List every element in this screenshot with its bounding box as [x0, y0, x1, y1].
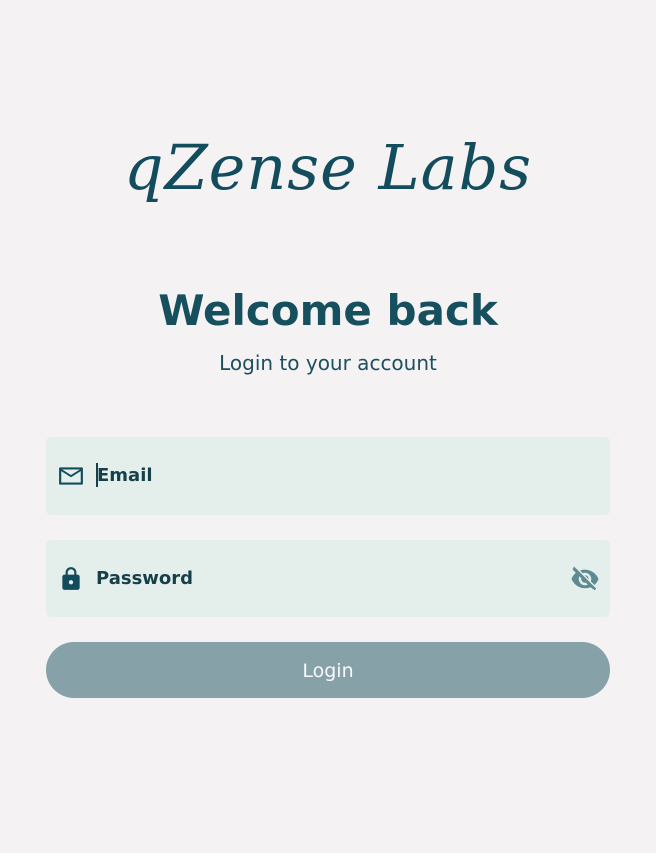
lock-icon [62, 567, 80, 590]
brand-logo: qZense Labs [0, 118, 656, 218]
password-field-label: Password [96, 568, 194, 589]
page-subtitle: Login to your account [219, 351, 437, 375]
eye-off-icon[interactable] [570, 564, 600, 594]
mail-icon [59, 467, 83, 485]
page-title: Welcome back [158, 286, 498, 335]
brand-logo-text: qZense Labs [123, 131, 533, 204]
password-field[interactable]: Password [46, 540, 610, 617]
email-field[interactable]: Email [46, 437, 610, 515]
login-button[interactable]: Login [46, 642, 610, 698]
email-field-label: Email [97, 465, 153, 486]
